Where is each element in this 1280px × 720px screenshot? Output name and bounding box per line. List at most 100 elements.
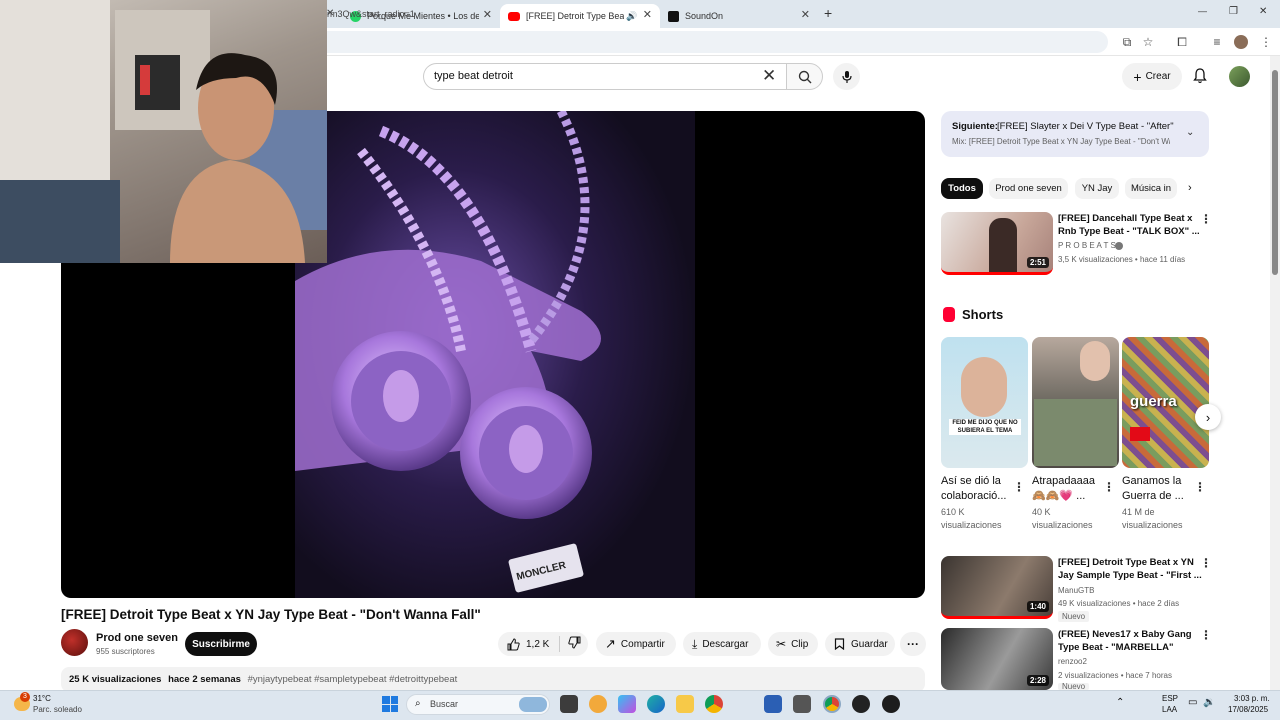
- clip-button[interactable]: ✂ Clip: [768, 632, 818, 656]
- flag-icon: [1130, 427, 1150, 441]
- channel-avatar[interactable]: [61, 629, 88, 656]
- more-actions-button[interactable]: ···: [900, 632, 926, 656]
- video-title[interactable]: (FREE) Neves17 x Baby Gang: [1058, 628, 1192, 641]
- file-explorer-icon[interactable]: [676, 695, 694, 713]
- expand-chevron-icon[interactable]: ⌄: [1186, 127, 1194, 138]
- search-button[interactable]: [786, 63, 823, 90]
- edge-icon[interactable]: [647, 695, 665, 713]
- more-options-icon[interactable]: ⋮: [1194, 480, 1206, 494]
- windows-start-icon[interactable]: [382, 696, 398, 712]
- video-title[interactable]: [FREE] Dancehall Type Beat x: [1058, 212, 1192, 225]
- chip-musica[interactable]: Música in: [1125, 178, 1177, 199]
- task-view-icon[interactable]: [560, 695, 578, 713]
- minimize-button[interactable]: —: [1198, 6, 1207, 16]
- short-title[interactable]: Ganamos la: [1122, 474, 1181, 489]
- browser-menu-icon[interactable]: ⋮: [1258, 34, 1274, 50]
- app-icon[interactable]: [793, 695, 811, 713]
- video-title-line2[interactable]: Jay Sample Type Beat - "First ...: [1058, 569, 1202, 582]
- video-title[interactable]: [FREE] Detroit Type Beat x YN: [1058, 556, 1194, 569]
- soundon-favicon-icon: [668, 10, 679, 22]
- new-tab-button[interactable]: +: [824, 5, 832, 21]
- thumbnail-inset: [1034, 399, 1117, 466]
- close-tab-icon[interactable]: ✕: [801, 8, 810, 21]
- shorts-next-button[interactable]: ›: [1195, 404, 1221, 430]
- keyboard-layout[interactable]: LAA: [1162, 705, 1177, 714]
- tab-detroit-type-beat[interactable]: [FREE] Detroit Type Beat x Y 🔊 ✕: [500, 4, 660, 28]
- more-options-icon[interactable]: ⋮: [1200, 556, 1212, 570]
- clock-time[interactable]: 3:03 p. m.: [1234, 694, 1270, 703]
- extensions-icon[interactable]: ⧠: [1174, 34, 1190, 50]
- volume-icon[interactable]: 🔉: [1203, 697, 1215, 708]
- channel-name[interactable]: ManuGTB: [1058, 586, 1094, 595]
- short-title[interactable]: Así se dió la: [941, 474, 1001, 489]
- channel-name[interactable]: renzoo2: [1058, 657, 1087, 666]
- more-options-icon[interactable]: ⋮: [1200, 628, 1212, 642]
- chip-yn-jay[interactable]: YN Jay: [1075, 178, 1119, 199]
- taskbar-search[interactable]: ⌕ Buscar: [406, 694, 550, 715]
- restore-button[interactable]: ❐: [1229, 6, 1238, 17]
- short-thumbnail[interactable]: FEID ME DIJO QUE NO SUBIERA EL TEMA: [941, 337, 1028, 468]
- media-player-icon[interactable]: [852, 695, 870, 713]
- short-thumbnail[interactable]: [1032, 337, 1119, 468]
- create-button[interactable]: + Crear: [1122, 63, 1182, 90]
- tab-soundon[interactable]: SoundOn ✕: [660, 4, 818, 28]
- media-control-icon[interactable]: ≡: [1209, 34, 1225, 50]
- dislike-button[interactable]: [560, 636, 581, 652]
- url-text[interactable]: rm3Qw&start_radio=1: [327, 9, 415, 19]
- store-icon[interactable]: [764, 695, 782, 713]
- video-title-line2[interactable]: Type Beat - "MARBELLA": [1058, 641, 1173, 654]
- like-button[interactable]: 1,2 K: [498, 637, 549, 651]
- video-thumbnail[interactable]: 2:51: [941, 212, 1053, 275]
- close-window-button[interactable]: ✕: [1259, 6, 1267, 17]
- close-tab-icon[interactable]: ✕: [643, 8, 652, 21]
- language-code[interactable]: ESP: [1162, 694, 1178, 703]
- more-options-icon[interactable]: ⋮: [1200, 212, 1212, 226]
- tray-overflow-icon[interactable]: ⌃: [1116, 697, 1124, 708]
- weather-temperature[interactable]: 31°C: [33, 694, 51, 703]
- download-button[interactable]: ⤓ Descargar: [683, 632, 761, 656]
- chip-prod-one-seven[interactable]: Prod one seven: [989, 178, 1068, 199]
- weather-description: Parc. soleado: [33, 705, 82, 714]
- chip-todos[interactable]: Todos: [941, 178, 983, 199]
- short-title-line2[interactable]: 🙈🙈💗 ...: [1032, 489, 1085, 504]
- video-title-line2[interactable]: Rnb Type Beat - "TALK BOX" ...: [1058, 225, 1200, 238]
- save-button[interactable]: Guardar: [825, 632, 895, 656]
- video-thumbnail[interactable]: 2:28: [941, 628, 1053, 690]
- chrome-active-icon[interactable]: [823, 695, 841, 713]
- chrome-icon[interactable]: [705, 695, 723, 713]
- chips-next-arrow-icon[interactable]: ›: [1188, 182, 1192, 194]
- copilot-icon[interactable]: [618, 695, 636, 713]
- voice-search-button[interactable]: [833, 63, 860, 90]
- short-title-line2[interactable]: Guerra de ...: [1122, 489, 1184, 504]
- up-next-mix-panel[interactable]: [941, 111, 1209, 157]
- short-title-line2[interactable]: colaboració...: [941, 489, 1006, 504]
- video-thumbnail[interactable]: 1:40: [941, 556, 1053, 619]
- install-app-icon[interactable]: ⧉: [1119, 34, 1135, 50]
- network-icon[interactable]: ▭: [1188, 697, 1197, 708]
- audio-playing-icon[interactable]: 🔊: [626, 11, 637, 22]
- more-options-icon[interactable]: ⋮: [1103, 480, 1115, 494]
- search-value[interactable]: type beat detroit: [434, 70, 513, 82]
- scissors-icon: ✂: [776, 637, 787, 651]
- hashtags[interactable]: #ynjaytypebeat #sampletypebeat #detroitt…: [248, 674, 458, 685]
- clock-date[interactable]: 17/08/2025: [1228, 705, 1268, 714]
- profile-avatar[interactable]: [1234, 35, 1248, 49]
- more-options-icon[interactable]: ⋮: [1013, 480, 1025, 494]
- share-button[interactable]: ↗ Compartir: [596, 632, 676, 656]
- account-avatar[interactable]: [1229, 66, 1250, 87]
- short-thumbnail[interactable]: guerra: [1122, 337, 1209, 468]
- notifications-bell-icon[interactable]: [1193, 68, 1207, 89]
- upload-date: hace 2 semanas: [168, 674, 241, 685]
- app-icon[interactable]: [589, 695, 607, 713]
- channel-name[interactable]: Prod one seven: [96, 632, 178, 644]
- bookmark-star-icon[interactable]: ☆: [1140, 34, 1156, 50]
- close-tab-icon[interactable]: ✕: [483, 8, 492, 21]
- short-title[interactable]: Atrapadaaaa: [1032, 474, 1095, 489]
- obs-icon[interactable]: [882, 695, 900, 713]
- scrollbar-thumb[interactable]: [1272, 70, 1278, 275]
- url-field[interactable]: [300, 31, 1108, 53]
- channel-name[interactable]: P R O B E A T S: [1058, 241, 1116, 250]
- subscribe-button[interactable]: Suscribirme: [185, 632, 257, 656]
- create-label: Crear: [1145, 71, 1171, 82]
- clear-search-icon[interactable]: ✕: [762, 67, 776, 84]
